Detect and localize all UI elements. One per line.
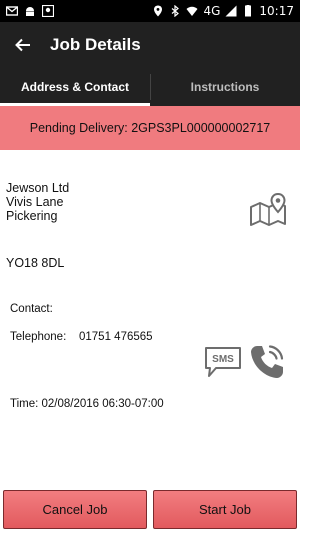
location-icon — [154, 5, 163, 17]
start-job-button[interactable]: Start Job — [153, 490, 297, 529]
address-postcode: YO18 8DL — [6, 256, 65, 270]
back-button[interactable] — [0, 22, 46, 68]
status-right-icons: 4G 10:17 — [152, 4, 294, 18]
contact-label: Contact: — [10, 303, 53, 315]
address-block: Jewson Ltd Vivis Lane Pickering — [6, 181, 69, 223]
page-title: Job Details — [50, 35, 141, 54]
cancel-job-button[interactable]: Cancel Job — [3, 490, 147, 529]
delivery-time: Time: 02/08/2016 06:30-07:00 — [10, 398, 164, 410]
sms-icon[interactable]: SMS — [204, 346, 242, 378]
address-line-1: Jewson Ltd — [6, 181, 70, 195]
sms-icon-label: SMS — [212, 354, 234, 365]
telephone-label: Telephone: — [10, 331, 67, 343]
battery-icon — [245, 5, 252, 17]
arrow-back-icon — [15, 38, 30, 52]
address-line-3: Pickering — [6, 209, 58, 223]
pending-delivery-banner: Pending Delivery: 2GPS3PL000000002717 — [0, 106, 300, 150]
location-notification-icon — [42, 5, 54, 17]
gmail-icon — [6, 6, 18, 16]
status-bar: 4G 10:17 — [0, 0, 300, 22]
app-bar: Job Details — [0, 22, 300, 68]
telephone-value: 01751 476565 — [79, 331, 153, 343]
bluetooth-icon — [172, 5, 180, 17]
phone-icon[interactable] — [248, 343, 286, 381]
tab-address-contact[interactable]: Address & Contact — [0, 68, 150, 106]
tab-divider — [150, 74, 151, 100]
tab-bar: Address & Contact Instructions — [0, 68, 300, 106]
signal-icon — [225, 5, 237, 17]
status-left-icons — [6, 5, 54, 17]
map-pin-icon[interactable] — [249, 193, 287, 227]
clock: 10:17 — [259, 4, 294, 18]
wifi-icon — [186, 6, 198, 16]
address-line-2: Vivis Lane — [6, 195, 64, 209]
network-type: 4G — [203, 4, 221, 18]
android-icon — [26, 7, 34, 16]
tab-instructions[interactable]: Instructions — [150, 68, 300, 106]
